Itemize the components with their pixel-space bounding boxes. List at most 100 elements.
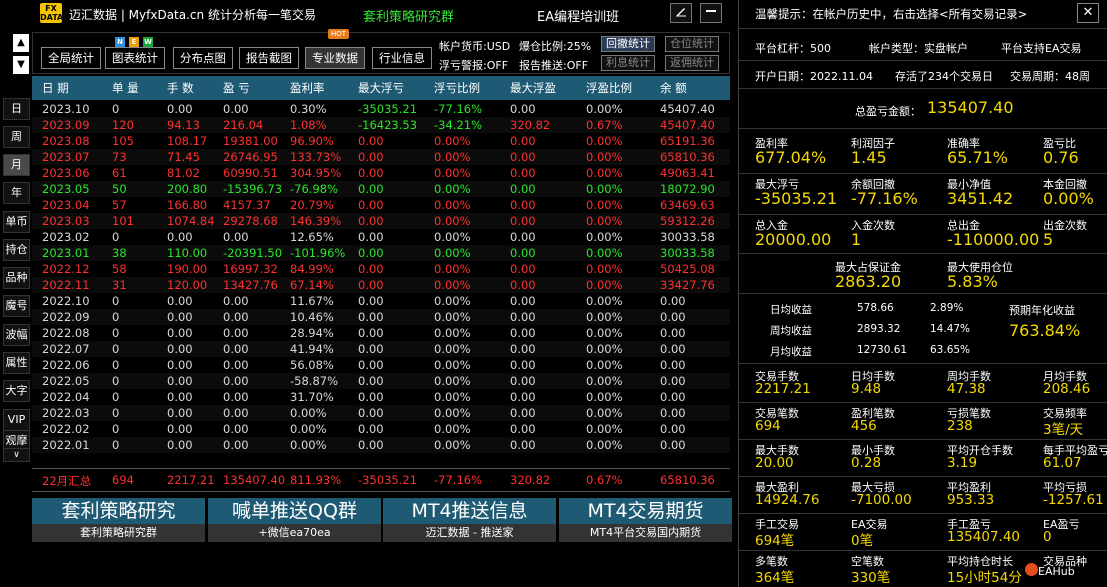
table-row[interactable]: 2022.04 0 0.00 0.00 31.70% 0.00 0.00% 0.00 0.00%… — [32, 389, 730, 405]
side-nav-item[interactable]: 持仓 — [3, 239, 30, 261]
stat-value: -35035.21 — [755, 189, 838, 208]
tab-chart-stats[interactable]: 图表统计 — [105, 47, 165, 69]
table-row[interactable]: 2023.09 120 94.13 216.04 1.08% -16423.53 -34.2… — [32, 117, 730, 133]
stat-value: -7100.00 — [851, 492, 912, 508]
table-cell: 0.00 — [510, 246, 536, 260]
column-header[interactable]: 手 数 — [167, 80, 194, 96]
expand-icon[interactable]: ∨ — [3, 448, 30, 462]
drawdown-stats-button[interactable]: 回撤统计 — [601, 36, 655, 52]
table-row[interactable]: 2022.01 0 0.00 0.00 0.00% 0.00 0.00% 0.00 0.00% 0… — [32, 437, 730, 453]
side-nav-item[interactable]: 大字 — [3, 380, 30, 402]
table-row[interactable]: 2022.12 58 190.00 16997.32 84.99% 0.00 0.00% 0.… — [32, 261, 730, 277]
scroll-down-arrow-icon[interactable]: ▼ — [13, 56, 29, 74]
table-cell: 0.00% — [290, 438, 327, 452]
edit-icon[interactable] — [670, 3, 692, 23]
table-cell: 0.00 — [660, 326, 686, 340]
side-nav-item[interactable]: 月 — [3, 154, 30, 176]
column-header[interactable]: 最大浮亏 — [358, 80, 404, 96]
floating-alert[interactable]: 浮亏警报:OFF — [439, 57, 508, 73]
tab-global-stats[interactable]: 全局统计 — [41, 47, 101, 69]
promo-mt4-futures[interactable]: MT4交易期货 MT4平台交易国内期货 — [559, 498, 732, 542]
table-row[interactable]: 2022.09 0 0.00 0.00 10.46% 0.00 0.00% 0.00 0.00%… — [32, 309, 730, 325]
stat-value: 20000.00 — [755, 230, 832, 249]
side-nav-item[interactable]: 魔号 — [3, 295, 30, 317]
rebate-stats-button[interactable]: 返佣统计 — [665, 55, 719, 71]
table-cell: 2022.06 — [42, 358, 90, 372]
promo-qq-group[interactable]: 喊单推送QQ群 +微信ea70ea — [208, 498, 381, 542]
table-cell: 0.00 — [660, 310, 686, 324]
minimize-icon[interactable] — [700, 3, 722, 23]
group-title-link[interactable]: 套利策略研究群 — [363, 6, 454, 25]
side-nav-item[interactable]: VIP — [3, 409, 30, 431]
column-header[interactable]: 浮盈比例 — [586, 80, 632, 96]
table-cell: 120 — [112, 118, 134, 132]
annual-return-label: 预期年化收益 — [1009, 304, 1075, 317]
side-nav-item[interactable]: 波幅 — [3, 324, 30, 346]
table-row[interactable]: 2023.08 105 108.17 19381.00 96.90% 0.00 0.00% 0… — [32, 133, 730, 149]
table-header: 日 期 单 量 手 数 盈 亏 盈利率 最大浮亏 浮亏比例 最大浮盈 浮盈比例 余 额 — [32, 76, 730, 100]
table-cell: 16997.32 — [223, 262, 278, 276]
column-header[interactable]: 盈利率 — [290, 80, 325, 96]
avg-return-amount: 12730.61 — [857, 344, 908, 356]
table-row[interactable]: 2022.03 0 0.00 0.00 0.00% 0.00 0.00% 0.00 0.00% 0… — [32, 405, 730, 421]
side-nav-item[interactable]: 年 — [3, 182, 30, 204]
tab-distribution[interactable]: 分布点图 — [173, 47, 233, 69]
table-row[interactable]: 2022.08 0 0.00 0.00 28.94% 0.00 0.00% 0.00 0.00%… — [32, 325, 730, 341]
table-row[interactable]: 2022.07 0 0.00 0.00 41.94% 0.00 0.00% 0.00 0.00%… — [32, 341, 730, 357]
side-nav-item[interactable]: 属性 — [3, 352, 30, 374]
stat-value: 1 — [851, 230, 862, 249]
close-icon[interactable]: ✕ — [1077, 3, 1099, 23]
table-cell: 0.00 — [510, 166, 536, 180]
stat-value: 14924.76 — [755, 492, 820, 508]
table-cell: 0.00 — [223, 374, 249, 388]
position-stats-button[interactable]: 仓位统计 — [665, 36, 719, 52]
table-row[interactable]: 2023.06 61 81.02 60990.51 304.95% 0.00 0.00% 0.… — [32, 165, 730, 181]
interest-stats-button[interactable]: 利息统计 — [601, 55, 655, 71]
table-cell: 0.00 — [223, 406, 249, 420]
table-cell: 0.00 — [167, 310, 193, 324]
promo-mt4-push[interactable]: MT4推送信息 迈汇数据 - 推送家 — [383, 498, 556, 542]
table-row[interactable]: 2023.07 73 71.45 26746.95 133.73% 0.00 0.00% 0.… — [32, 149, 730, 165]
table-row[interactable]: 2023.01 38 110.00 -20391.50 -101.96% 0.00 0.00… — [32, 245, 730, 261]
column-header[interactable]: 余 额 — [660, 80, 687, 96]
table-cell: 0.30% — [290, 102, 327, 116]
table-row[interactable]: 2022.11 31 120.00 13427.76 67.14% 0.00 0.00% 0.… — [32, 277, 730, 293]
table-cell: 0 — [112, 342, 120, 356]
column-header[interactable]: 浮亏比例 — [434, 80, 480, 96]
ea-training-link[interactable]: EA编程培训班 — [537, 6, 619, 25]
table-row[interactable]: 2022.10 0 0.00 0.00 11.67% 0.00 0.00% 0.00 0.00%… — [32, 293, 730, 309]
table-row[interactable]: 2023.02 0 0.00 0.00 12.65% 0.00 0.00% 0.00 0.00%… — [32, 229, 730, 245]
table-row[interactable]: 2023.03 101 1074.84 29278.68 146.39% 0.00 0.00… — [32, 213, 730, 229]
tab-report-screenshot[interactable]: 报告截图 — [239, 47, 299, 69]
table-cell: 0.00% — [434, 310, 471, 324]
logo-text: FX DATA — [40, 4, 64, 22]
table-cell: 0.00 — [358, 182, 384, 196]
column-header[interactable]: 最大浮盈 — [510, 80, 556, 96]
table-cell: 2023.07 — [42, 150, 90, 164]
table-row[interactable]: 2022.05 0 0.00 0.00 -58.87% 0.00 0.00% 0.00 0.00… — [32, 373, 730, 389]
main-window: FX DATA 迈汇数据 | MyfxData.cn 统计分析每一笔交易 套利策… — [0, 0, 733, 587]
stat-value: 0.76 — [1043, 148, 1079, 167]
report-push[interactable]: 报告推送:OFF — [519, 57, 588, 73]
stat-value: 1.45 — [851, 148, 887, 167]
tab-pro-data[interactable]: 专业数据 — [305, 47, 365, 69]
table-cell: 0.00 — [223, 358, 249, 372]
table-row[interactable]: 2023.10 0 0.00 0.00 0.30% -35035.21 -77.16% 0.0… — [32, 101, 730, 117]
column-header[interactable]: 盈 亏 — [223, 80, 250, 96]
side-nav-item[interactable]: 品种 — [3, 267, 30, 289]
table-row[interactable]: 2022.06 0 0.00 0.00 56.08% 0.00 0.00% 0.00 0.00%… — [32, 357, 730, 373]
table-cell: 0.00 — [223, 326, 249, 340]
scroll-up-arrow-icon[interactable]: ▲ — [13, 34, 29, 52]
table-row[interactable]: 2023.04 57 166.80 4157.37 20.79% 0.00 0.00% 0.0… — [32, 197, 730, 213]
table-row[interactable]: 2023.05 50 200.80 -15396.73 -76.98% 0.00 0.00%… — [32, 181, 730, 197]
side-nav-item[interactable]: 周 — [3, 126, 30, 148]
side-nav-item[interactable]: 单币 — [3, 211, 30, 233]
promo-arbitrage[interactable]: 套利策略研究 套利策略研究群 — [32, 498, 205, 542]
side-nav-item[interactable]: 日 — [3, 98, 30, 120]
table-cell: 65191.36 — [660, 134, 715, 148]
column-header[interactable]: 日 期 — [42, 80, 69, 96]
tab-industry-info[interactable]: 行业信息 — [372, 47, 432, 69]
table-row[interactable]: 2022.02 0 0.00 0.00 0.00% 0.00 0.00% 0.00 0.00% 0… — [32, 421, 730, 437]
column-header[interactable]: 单 量 — [112, 80, 139, 96]
table-cell: 0.00 — [358, 358, 384, 372]
